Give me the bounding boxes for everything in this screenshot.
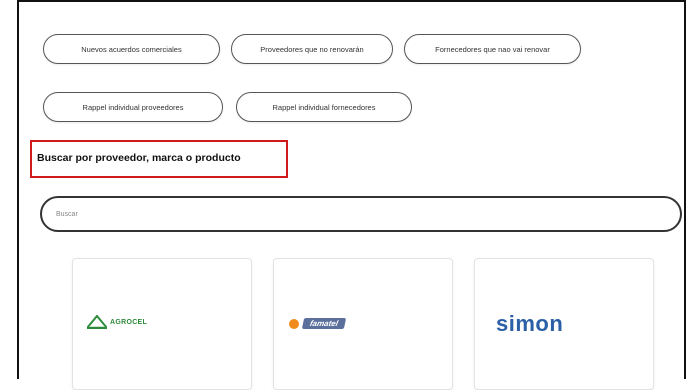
filter-label: Rappel individual fornecedores <box>272 102 376 112</box>
brand-card-agrocel[interactable]: AGROCEL <box>72 258 252 390</box>
filter-rappel-proveedores[interactable]: Rappel individual proveedores <box>43 92 223 122</box>
simon-name: simon <box>496 311 564 336</box>
simon-logo: simon <box>496 311 563 337</box>
filter-label: Nuevos acuerdos comerciales <box>81 44 182 54</box>
filter-rappel-fornecedores[interactable]: Rappel individual fornecedores <box>236 92 412 122</box>
famatel-name: famatel <box>301 318 347 329</box>
brand-card-simon[interactable]: simon <box>474 258 654 390</box>
agrocel-mark-icon <box>87 315 107 329</box>
brand-card-famatel[interactable]: famatel <box>273 258 453 390</box>
filter-label: Proveedores que no renovarán <box>260 44 364 54</box>
search-placeholder: Buscar <box>56 210 78 218</box>
filter-fornecedores-nao-renovar[interactable]: Fornecedores que nao vai renovar <box>404 34 581 64</box>
filter-proveedores-no-renovaran[interactable]: Proveedores que no renovarán <box>231 34 393 64</box>
search-heading: Buscar por proveedor, marca o producto <box>37 152 241 164</box>
filter-nuevos-acuerdos-comerciales[interactable]: Nuevos acuerdos comerciales <box>43 34 220 64</box>
filter-label: Fornecedores que nao vai renovar <box>435 44 550 54</box>
famatel-dot-icon <box>289 318 299 329</box>
search-input[interactable]: Buscar <box>40 196 682 232</box>
famatel-logo: famatel <box>289 318 347 329</box>
agrocel-name: AGROCEL <box>110 318 148 326</box>
filter-label: Rappel individual proveedores <box>82 102 184 112</box>
agrocel-logo: AGROCEL <box>87 315 147 329</box>
